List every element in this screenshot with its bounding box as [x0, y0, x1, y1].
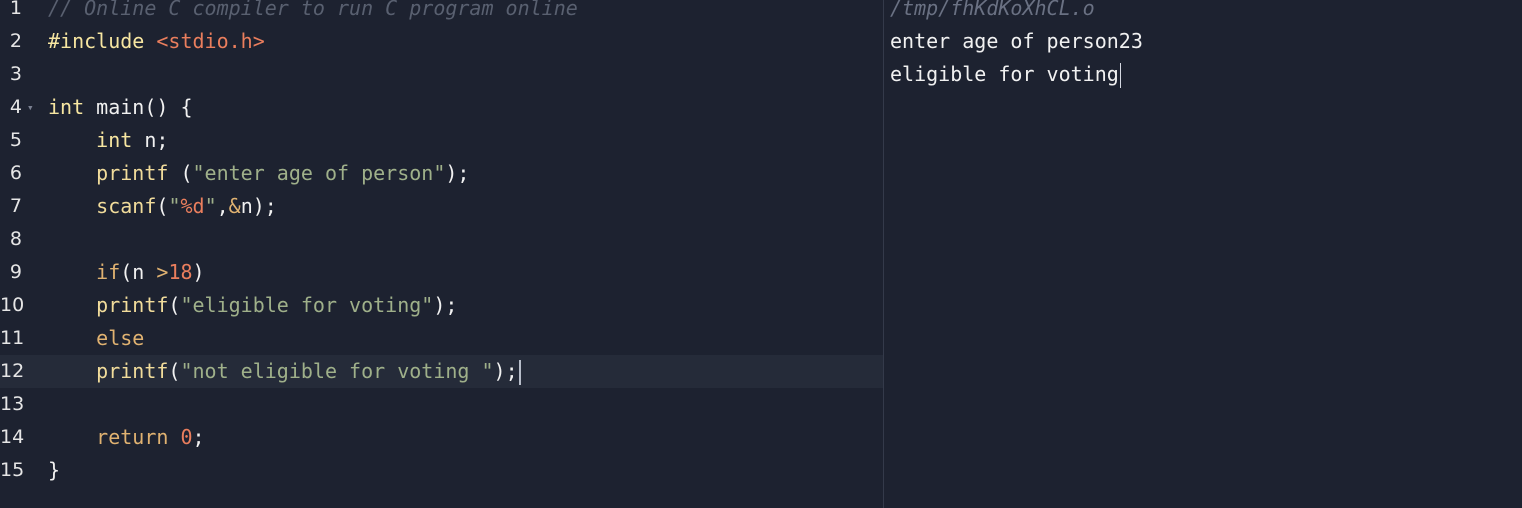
line-number: 1	[9, 0, 22, 19]
code-token: main() {	[84, 95, 193, 119]
code-token: // Online C compiler to run C program on…	[48, 0, 578, 20]
code-token: "	[204, 194, 217, 218]
code-token: );	[445, 161, 470, 185]
online-c-compiler: 1 // Online C compiler to run C program o…	[0, 0, 1522, 508]
code-text: if(n >18)	[48, 256, 205, 289]
code-token: %d	[180, 194, 205, 218]
output-caret	[1119, 63, 1121, 88]
code-token: int	[48, 95, 85, 119]
line-number: 13	[0, 393, 25, 415]
code-token: &	[228, 194, 241, 218]
code-line[interactable]: 1 // Online C compiler to run C program o…	[0, 0, 883, 25]
code-token: ,	[216, 194, 229, 218]
code-token: else	[96, 326, 145, 350]
code-token: 0	[180, 425, 193, 449]
code-line[interactable]: 5 int n;	[0, 124, 883, 157]
line-number: 15	[0, 459, 25, 481]
code-token: if	[96, 260, 121, 284]
output-file-path: /tmp/fhKdKoXhCL.o	[890, 0, 1095, 20]
line-number: 6	[9, 162, 22, 184]
code-token: n;	[132, 128, 169, 152]
line-number: 14	[0, 426, 25, 448]
code-token: );	[433, 293, 458, 317]
line-number: 4	[9, 96, 22, 118]
code-line[interactable]: 8	[0, 223, 883, 256]
text-caret	[518, 360, 521, 385]
code-text: int main() {	[48, 91, 193, 124]
code-token: printf	[96, 293, 169, 317]
code-line[interactable]: 4 ▾ int main() {	[0, 91, 883, 124]
code-line[interactable]: 7 scanf("%d",&n);	[0, 190, 883, 223]
line-number: 2	[9, 30, 22, 52]
code-token: n);	[240, 194, 277, 218]
code-text: printf("not eligible for voting ");	[48, 355, 521, 388]
code-token: ;	[192, 425, 205, 449]
code-token: }	[48, 458, 61, 482]
code-token: (	[168, 293, 181, 317]
code-token: (	[168, 161, 193, 185]
code-token: "enter age of person"	[192, 161, 446, 185]
code-token: int	[96, 128, 133, 152]
line-number: 10	[0, 294, 25, 316]
code-token: (	[156, 194, 169, 218]
fold-arrow-icon[interactable]: ▾	[27, 91, 34, 124]
code-token: "not eligible for voting "	[180, 359, 494, 383]
line-number: 8	[9, 228, 22, 250]
code-line[interactable]: 15}	[0, 454, 883, 487]
code-token: 18	[168, 260, 193, 284]
line-number: 11	[0, 327, 25, 349]
code-token: printf	[96, 359, 169, 383]
code-text: #include <stdio.h>	[48, 25, 265, 58]
code-text: printf("eligible for voting");	[48, 289, 457, 322]
line-number: 5	[9, 129, 22, 151]
code-text: // Online C compiler to run C program on…	[48, 0, 578, 25]
code-token: printf	[96, 161, 169, 185]
output-line: eligible for voting	[890, 58, 1121, 91]
code-line[interactable]: 14 return 0;	[0, 421, 883, 454]
code-token: );	[493, 359, 518, 383]
code-token: (	[168, 359, 181, 383]
code-line[interactable]: 9 if(n >18)	[0, 256, 883, 289]
code-line[interactable]: 2 #include <stdio.h>	[0, 25, 883, 58]
code-token: "eligible for voting"	[180, 293, 434, 317]
output-line: enter age of person23	[890, 29, 1143, 53]
line-number: 7	[9, 195, 22, 217]
code-editor[interactable]: 1 // Online C compiler to run C program o…	[0, 0, 883, 508]
code-line[interactable]: 3	[0, 58, 883, 91]
code-text: int n;	[48, 124, 168, 157]
line-number: 3	[9, 63, 22, 85]
code-text: return 0;	[48, 421, 205, 454]
code-text: }	[48, 454, 60, 487]
code-token: "	[168, 194, 181, 218]
code-token: return	[96, 425, 169, 449]
code-line[interactable]: 10 printf("eligible for voting");	[0, 289, 883, 322]
code-line[interactable]: 6 printf ("enter age of person");	[0, 157, 883, 190]
code-text: scanf("%d",&n);	[48, 190, 277, 223]
output-console: /tmp/fhKdKoXhCL.o enter age of person23 …	[884, 0, 1522, 508]
code-line[interactable]: 11 else	[0, 322, 883, 355]
line-number: 9	[9, 261, 22, 283]
code-token: <stdio.h>	[156, 29, 265, 53]
code-token: (n	[120, 260, 157, 284]
code-token: )	[192, 260, 205, 284]
code-token: scanf	[96, 194, 157, 218]
code-text: printf ("enter age of person");	[48, 157, 469, 190]
line-number: 12	[0, 360, 25, 382]
code-token: #include	[48, 29, 157, 53]
code-line[interactable]: 13	[0, 388, 883, 421]
code-text: else	[48, 322, 144, 355]
code-token: >	[156, 260, 169, 284]
output-line-text: eligible for voting	[890, 62, 1119, 86]
code-line[interactable]: 12 printf("not eligible for voting ");	[0, 355, 883, 388]
